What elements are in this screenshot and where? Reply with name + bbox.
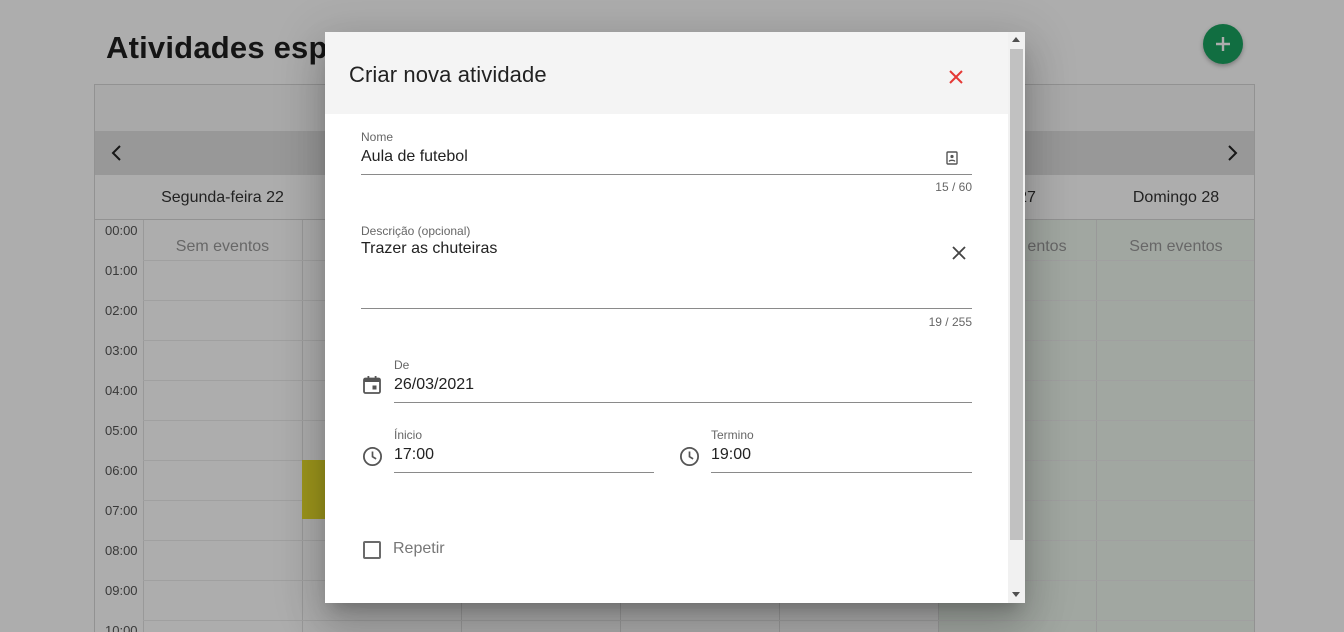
calendar-icon[interactable] bbox=[361, 374, 383, 396]
description-field-underline bbox=[361, 308, 972, 309]
start-time-field[interactable]: 17:00 bbox=[394, 446, 434, 464]
name-field-label: Nome bbox=[361, 130, 394, 144]
name-field-underline bbox=[361, 174, 972, 175]
name-field[interactable]: Aula de futebol bbox=[361, 148, 468, 166]
date-field-underline bbox=[394, 402, 972, 403]
repeat-label[interactable]: Repetir bbox=[393, 540, 445, 558]
clear-icon bbox=[952, 246, 966, 260]
date-field-label: De bbox=[394, 358, 410, 372]
clear-description-button[interactable] bbox=[948, 242, 970, 264]
date-field[interactable]: 26/03/2021 bbox=[394, 376, 474, 394]
contact-card-icon[interactable] bbox=[943, 149, 961, 167]
description-char-counter: 19 / 255 bbox=[928, 315, 972, 329]
start-time-underline bbox=[394, 472, 654, 473]
scroll-up-arrow[interactable] bbox=[1012, 37, 1020, 42]
dialog-title: Criar nova atividade bbox=[349, 62, 547, 87]
scroll-thumb[interactable] bbox=[1010, 49, 1023, 540]
clock-icon[interactable] bbox=[678, 445, 700, 467]
repeat-checkbox[interactable] bbox=[363, 541, 381, 559]
close-dialog-button[interactable] bbox=[944, 65, 968, 89]
end-time-underline bbox=[711, 472, 972, 473]
end-time-field[interactable]: 19:00 bbox=[711, 446, 751, 464]
dialog-scrollbar[interactable] bbox=[1008, 32, 1025, 603]
clock-icon[interactable] bbox=[361, 445, 383, 467]
close-icon bbox=[949, 70, 963, 84]
description-field[interactable]: Trazer as chuteiras bbox=[361, 240, 497, 258]
description-field-label: Descrição (opcional) bbox=[361, 224, 471, 238]
scroll-down-arrow[interactable] bbox=[1012, 592, 1020, 597]
end-time-label: Termino bbox=[711, 428, 754, 442]
dialog-header: Criar nova atividade bbox=[325, 32, 1008, 114]
start-time-label: Ínicio bbox=[394, 428, 423, 442]
create-activity-dialog: Criar nova atividade Nome Aula de futebo… bbox=[325, 32, 1025, 603]
name-char-counter: 15 / 60 bbox=[935, 180, 972, 194]
